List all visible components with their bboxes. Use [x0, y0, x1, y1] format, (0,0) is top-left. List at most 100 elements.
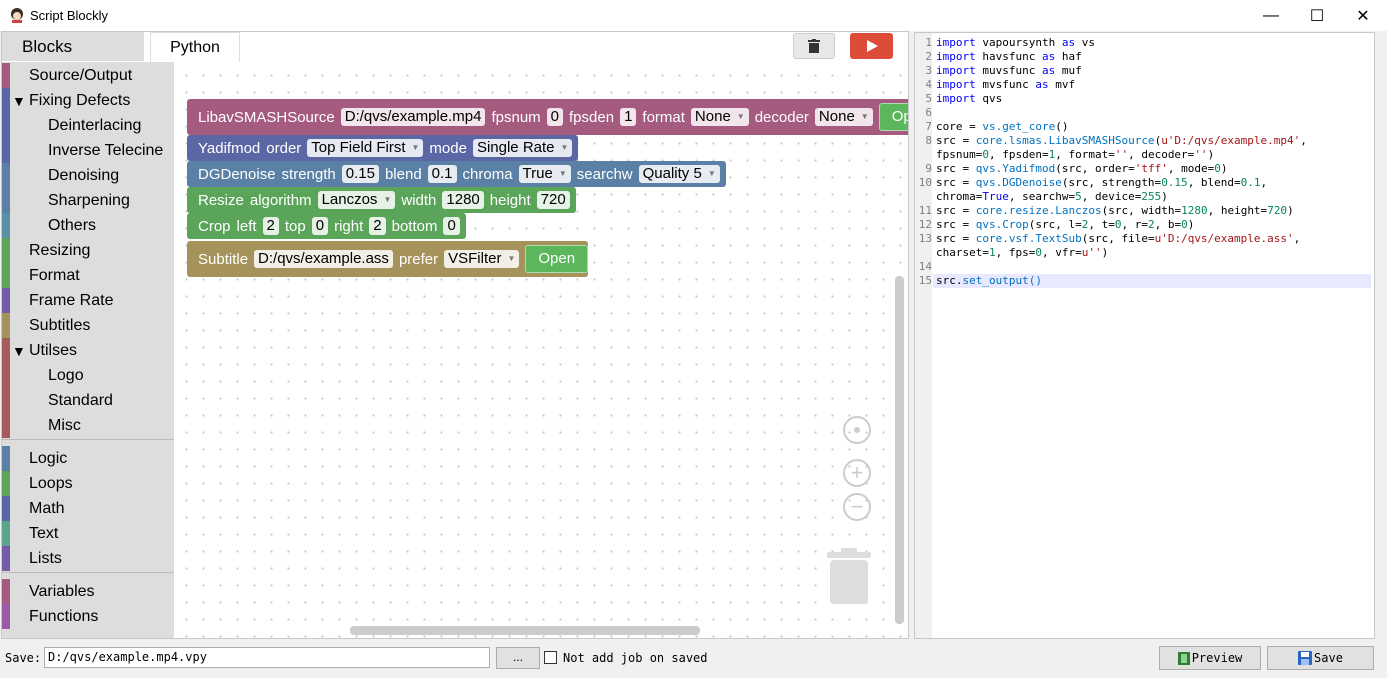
toolbox-item-misc[interactable]: Misc	[2, 413, 174, 438]
code-line[interactable]: charset=1, fps=0, vfr=u'')	[936, 246, 1108, 259]
code-line[interactable]: src = qvs.Crop(src, l=2, t=0, r=2, b=0)	[936, 218, 1194, 231]
expand-arrow-icon[interactable]: ▼	[12, 93, 26, 109]
toolbox-item-fixing-defects[interactable]: ▼ Fixing Defects	[2, 88, 174, 113]
code-line[interactable]: import muvsfunc as muf	[936, 64, 1082, 77]
block-dropdown-field[interactable]: Quality 5 ▼	[638, 165, 720, 183]
expand-arrow-icon[interactable]: ▼	[12, 343, 26, 359]
block-yadifmod[interactable]: Yadifmod order Top Field First ▼ mode Single …	[187, 135, 579, 161]
code-line[interactable]: src = core.resize.Lanczos(src, width=128…	[936, 204, 1294, 217]
workspace-trash-icon[interactable]	[827, 548, 871, 606]
line-number: 4	[925, 78, 932, 91]
code-line[interactable]: import mvsfunc as mvf	[936, 78, 1075, 91]
block-text-field[interactable]: 1	[620, 108, 637, 126]
block-dropdown-field[interactable]: Top Field First ▼	[307, 139, 424, 157]
block-text-field[interactable]: 2	[369, 217, 386, 235]
recenter-icon[interactable]	[843, 416, 871, 444]
toolbox-item-label: Format	[29, 266, 80, 284]
code-line[interactable]: core = vs.get_core()	[936, 120, 1068, 133]
toolbox-item-utilses[interactable]: ▼ Utilses	[2, 338, 174, 363]
toolbox-item-logo[interactable]: Logo	[2, 363, 174, 388]
maximize-button[interactable]: ☐	[1294, 0, 1340, 31]
open-file-button[interactable]: Open	[525, 245, 589, 273]
block-label: order	[266, 139, 302, 157]
toolbox-item-deinterlacing[interactable]: Deinterlacing	[2, 113, 174, 138]
block-dgdenoise[interactable]: DGDenoise strength 0.15 blend 0.1 chroma True ▼…	[187, 161, 726, 187]
code-line[interactable]: src = qvs.DGDenoise(src, strength=0.15, …	[936, 176, 1267, 189]
block-text-field[interactable]: 0.1	[427, 165, 457, 183]
code-line[interactable]: import vapoursynth as vs	[936, 36, 1095, 49]
toolbox-item-label: Lists	[29, 549, 62, 567]
block-label: LibavSMASHSource	[198, 108, 335, 126]
browse-button[interactable]: ...	[496, 647, 540, 669]
block-text-field[interactable]: 0	[311, 217, 329, 235]
dropdown-value: Top Field First	[311, 139, 406, 156]
code-line[interactable]: src.set_output()	[936, 274, 1042, 287]
block-label: right	[334, 217, 364, 235]
code-line[interactable]: fpsnum=0, fpsden=1, format='', decoder='…	[936, 148, 1214, 161]
blockly-workspace[interactable]: LibavSMASHSource D:/qvs/example.mp4 fpsnum…	[175, 62, 908, 638]
zoom-in-icon[interactable]: +	[843, 459, 871, 487]
category-color-bar	[2, 213, 10, 238]
save-button[interactable]: Save	[1267, 646, 1374, 670]
block-text-field[interactable]: D:/qvs/example.ass	[254, 250, 393, 268]
toolbox-item-denoising[interactable]: Denoising	[2, 163, 174, 188]
block-resize[interactable]: Resize algorithm Lanczos ▼ width 1280 height 72…	[187, 187, 576, 213]
toolbox-item-format[interactable]: Format	[2, 263, 174, 288]
delete-button[interactable]	[793, 33, 835, 59]
toolbox-item-source-output[interactable]: Source/Output	[2, 63, 174, 88]
dropdown-arrow-icon: ▼	[560, 143, 569, 152]
toolbox-item-math[interactable]: Math	[2, 496, 174, 521]
code-line[interactable]: src = core.lsmas.LibavSMASHSource(u'D:/q…	[936, 134, 1307, 147]
toolbox-item-lists[interactable]: Lists	[2, 546, 174, 571]
toolbox-item-sharpening[interactable]: Sharpening	[2, 188, 174, 213]
block-text-field[interactable]: 0	[546, 108, 564, 126]
vertical-scrollbar[interactable]	[895, 276, 904, 624]
block-dropdown-field[interactable]: VSFilter ▼	[444, 250, 520, 268]
maximize-icon: ☐	[1309, 7, 1325, 25]
open-file-button[interactable]: Open	[878, 103, 908, 131]
toolbox-item-standard[interactable]: Standard	[2, 388, 174, 413]
block-text-field[interactable]: 0.15	[341, 165, 379, 183]
toolbox-item-others[interactable]: Others	[2, 213, 174, 238]
zoom-out-icon[interactable]: −	[843, 493, 871, 521]
toolbox-item-loops[interactable]: Loops	[2, 471, 174, 496]
block-text-field[interactable]: 1280	[442, 191, 484, 209]
preview-button[interactable]: Preview	[1159, 646, 1261, 670]
block-text-field[interactable]: D:/qvs/example.mp4	[340, 108, 486, 126]
minimize-button[interactable]: —	[1248, 0, 1294, 31]
toolbox-item-logic[interactable]: Logic	[2, 446, 174, 471]
tab-python[interactable]: Python	[150, 32, 240, 62]
block-text-field[interactable]: 0	[443, 217, 460, 235]
code-line[interactable]: import qvs	[936, 92, 1002, 105]
not-add-job-checkbox[interactable]	[544, 651, 557, 664]
code-line[interactable]: src = qvs.Yadifmod(src, order='tff', mod…	[936, 162, 1227, 175]
toolbox-item-text[interactable]: Text	[2, 521, 174, 546]
toolbox-item-subtitles[interactable]: Subtitles	[2, 313, 174, 338]
block-dropdown-field[interactable]: None ▼	[690, 108, 749, 126]
code-line[interactable]: src = core.vsf.TextSub(src, file=u'D:/qv…	[936, 232, 1300, 245]
block-crop[interactable]: Crop left 2 top 0 right 2 bottom 0	[187, 213, 466, 239]
toolbox-item-functions[interactable]: Functions	[2, 604, 174, 629]
save-path-input[interactable]: D:/qvs/example.mp4.vpy	[44, 647, 490, 668]
block-dropdown-field[interactable]: True ▼	[518, 165, 571, 183]
close-button[interactable]: ✕	[1340, 0, 1386, 31]
tab-blocks[interactable]: Blocks	[2, 32, 144, 61]
dropdown-value: True	[522, 165, 553, 182]
code-line[interactable]: import havsfunc as haf	[936, 50, 1082, 63]
toolbox-item-inverse-telecine[interactable]: Inverse Telecine	[2, 138, 174, 163]
code-line[interactable]: chroma=True, searchw=5, device=255)	[936, 190, 1168, 203]
block-dropdown-field[interactable]: Lanczos ▼	[317, 191, 396, 209]
block-text-field[interactable]: 2	[262, 217, 279, 235]
block-dropdown-field[interactable]: Single Rate ▼	[472, 139, 573, 157]
block-text-field[interactable]: 720	[536, 191, 570, 209]
toolbox-item-frame-rate[interactable]: Frame Rate	[2, 288, 174, 313]
run-button[interactable]	[850, 33, 893, 59]
horizontal-scrollbar[interactable]	[350, 626, 700, 635]
block-subtitle[interactable]: Subtitle D:/qvs/example.ass prefer VSFilter…	[187, 241, 589, 277]
category-color-bar	[2, 446, 10, 471]
block-dropdown-field[interactable]: None ▼	[814, 108, 873, 126]
block-source[interactable]: LibavSMASHSource D:/qvs/example.mp4 fpsnum…	[187, 99, 908, 135]
block-label: top	[284, 217, 306, 235]
toolbox-item-resizing[interactable]: Resizing	[2, 238, 174, 263]
toolbox-item-variables[interactable]: Variables	[2, 579, 174, 604]
